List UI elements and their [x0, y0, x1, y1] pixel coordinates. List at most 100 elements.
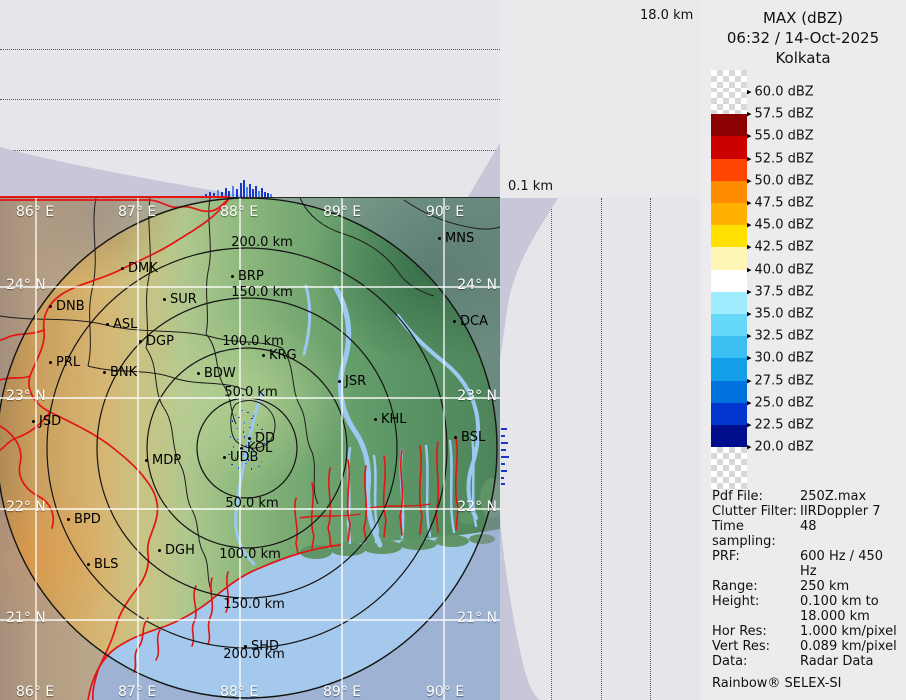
product-datetime: 06:32 / 14-Oct-2025: [726, 29, 880, 47]
tick-arrow-icon: ▸: [747, 376, 752, 387]
station-marker-dot: [338, 380, 341, 383]
echo-column: [261, 188, 263, 197]
echo-pixel: [232, 420, 233, 422]
echo-column: [243, 180, 245, 197]
longitude-label: 86° E: [16, 684, 55, 700]
station-code: JSD: [39, 414, 62, 429]
top-panel-gridline: [0, 99, 500, 100]
station-label-mdp: MDP: [145, 454, 181, 467]
station-marker-dot: [32, 420, 35, 423]
tick-arrow-icon: ▸: [747, 220, 752, 231]
echo-pixel: [244, 422, 245, 424]
echo-pixel: [248, 459, 249, 461]
metadata-value: 48: [800, 519, 817, 534]
echo-pixel: [236, 428, 238, 429]
legend-tick-label: ▸ 45.0 dBZ: [747, 218, 814, 233]
right-height-profile-panel: [500, 198, 700, 700]
dbz-value: 52.5 dBZ: [754, 151, 814, 167]
station-label-bls: BLS: [87, 558, 118, 571]
station-code: DCA: [460, 314, 488, 329]
station-marker-dot: [231, 275, 234, 278]
tick-arrow-icon: ▸: [747, 309, 752, 320]
right-panel-gridline: [601, 198, 602, 700]
metadata-label: Pdf File:: [712, 489, 763, 504]
tick-arrow-icon: ▸: [747, 398, 752, 409]
dbz-value: 45.0 dBZ: [754, 217, 814, 233]
tick-arrow-icon: ▸: [747, 154, 752, 165]
station-code: MNS: [445, 231, 475, 246]
right-panel-gridline: [650, 198, 651, 700]
metadata-value: 1.000 km/pixel: [800, 624, 897, 639]
tick-arrow-icon: ▸: [747, 420, 752, 431]
echo-pixel: [247, 412, 249, 413]
echo-pixel: [237, 439, 239, 440]
legend-tick-label: ▸ 22.5 dBZ: [747, 418, 814, 433]
latitude-label: 22° N: [457, 499, 497, 515]
station-marker-dot: [139, 340, 142, 343]
station-code: ASL: [113, 317, 138, 332]
legend-tick-label: ▸ 25.0 dBZ: [747, 395, 814, 410]
station-code: DNB: [56, 299, 85, 314]
min-height-label: 0.1 km: [508, 179, 553, 194]
metadata-label: Hor Res:: [712, 624, 767, 639]
dbz-value: 37.5 dBZ: [754, 284, 814, 300]
legend-cell: [711, 291, 747, 314]
dbz-value: 22.5 dBZ: [754, 417, 814, 433]
station-marker-dot: [49, 361, 52, 364]
station-marker-dot: [197, 372, 200, 375]
longitude-label: 87° E: [118, 204, 157, 220]
legend-cell: [711, 269, 747, 292]
echo-column: [249, 184, 251, 197]
station-marker-dot: [262, 354, 265, 357]
dbz-value: 35.0 dBZ: [754, 306, 814, 322]
station-code: BDW: [204, 366, 236, 381]
station-label-dgp: DGP: [139, 335, 174, 348]
station-marker-dot: [438, 237, 441, 240]
echo-pixel: [251, 418, 253, 419]
legend-cell-above-max: [711, 70, 747, 92]
range-ring-label: 200.0 km: [231, 235, 293, 250]
metadata-value: Radar Data: [800, 654, 874, 669]
station-label-asl: ASL: [106, 317, 138, 332]
echo-pixel: [259, 448, 260, 450]
tick-arrow-icon: ▸: [747, 442, 752, 453]
latitude-label: 24° N: [6, 277, 46, 293]
legend-title: MAX (dBZ) 06:32 / 14-Oct-2025 Kolkata: [700, 8, 906, 68]
metadata-value: 0.089 km/pixel: [800, 639, 897, 654]
radar-station-name: Kolkata: [775, 49, 831, 67]
echo-pixel: [245, 463, 247, 464]
top-height-profile-panel: [0, 0, 500, 198]
dbz-value: 42.5 dBZ: [754, 239, 814, 255]
range-ring-label: 50.0 km: [224, 385, 278, 400]
radar-application-window: { "header": { "product": "MAX (dBZ)", "d…: [0, 0, 906, 700]
color-scale-bar: [711, 70, 747, 490]
product-metadata: Pdf File: 250Z.max Clutter Filter: IIRDoppl…: [712, 489, 902, 691]
echo-pixel: [254, 456, 256, 457]
top-panel-gridline: [0, 150, 500, 151]
legend-cell: [711, 225, 747, 248]
legend-tick-label: ▸ 50.0 dBZ: [747, 173, 814, 188]
top-panel-gridline: [0, 49, 500, 50]
station-code: KHL: [381, 412, 407, 427]
echo-pixel: [261, 429, 263, 430]
legend-tick-label: ▸ 57.5 dBZ: [747, 107, 814, 122]
metadata-label: Height:: [712, 594, 760, 609]
range-ring-label: 50.0 km: [225, 496, 279, 511]
metadata-label: Data:: [712, 654, 748, 669]
station-code: BNK: [110, 365, 138, 380]
legend-cell: [711, 402, 747, 425]
station-label-khl: KHL: [374, 412, 407, 427]
metadata-label: Clutter Filter:: [712, 504, 797, 519]
metadata-label: Range:: [712, 579, 758, 594]
range-ring-label: 100.0 km: [219, 547, 281, 562]
station-label-mns: MNS: [438, 231, 475, 246]
legend-tick-label: ▸ 32.5 dBZ: [747, 329, 814, 344]
echo-column: [252, 189, 254, 197]
legend-cell: [711, 425, 747, 448]
max-height-label: 18.0 km: [640, 8, 694, 23]
legend-tick-label: ▸ 35.0 dBZ: [747, 307, 814, 322]
metadata-value: 0.100 km to 18.000 km: [800, 594, 879, 624]
out-of-range-wedge: [500, 198, 558, 700]
dbz-value: 20.0 dBZ: [754, 439, 814, 455]
station-label-sur: SUR: [163, 293, 197, 306]
